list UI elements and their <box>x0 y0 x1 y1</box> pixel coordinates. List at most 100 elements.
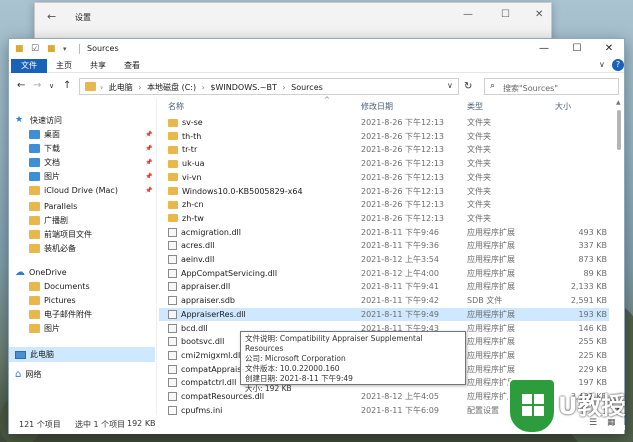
sidebar-item[interactable]: 图片 📌 <box>9 169 152 184</box>
chevron-down-icon[interactable]: ∨ <box>447 81 453 90</box>
file-row[interactable]: AppCompatServicing.dll 2021-8-12 上午4:00 应用… <box>159 267 609 281</box>
breadcrumb-item[interactable]: $WINDOWS.~BT <box>210 83 276 92</box>
back-arrow-icon[interactable]: ← <box>17 80 25 91</box>
file-name-cell: uk-ua <box>168 157 205 171</box>
minimize-button[interactable]: — <box>529 41 559 57</box>
sidebar-item[interactable]: 装机必备 <box>9 241 76 256</box>
file-size: 89 KB <box>583 268 607 278</box>
scroll-thumb[interactable] <box>617 110 621 150</box>
breadcrumb-item[interactable]: 此电脑 <box>109 83 133 92</box>
back-arrow-icon[interactable]: ← <box>47 10 56 23</box>
file-name: Windows10.0-KB5005829-x64 <box>182 186 303 196</box>
sidebar-item[interactable]: iCloud Drive (Mac) 📌 <box>9 183 152 198</box>
file-row[interactable]: Windows10.0-KB5005829-x64 2021-8-26 下午12:… <box>159 185 609 199</box>
sidebar-item[interactable]: Pictures <box>9 293 76 308</box>
file-row[interactable]: uk-ua 2021-8-26 下午12:13 文件夹 <box>159 157 609 171</box>
recent-locations-icon[interactable]: ∨ <box>49 82 54 90</box>
sidebar-item[interactable]: 此电脑 <box>9 347 155 362</box>
file-type: 文件夹 <box>467 172 491 182</box>
tab-file[interactable]: 文件 <box>11 59 47 73</box>
column-date[interactable]: 修改日期 <box>361 101 393 112</box>
cloud-icon: ☁ <box>15 267 25 278</box>
vertical-scrollbar[interactable]: ▲ ▼ <box>614 99 624 415</box>
help-icon[interactable]: ? <box>612 59 624 71</box>
file-name: compatAppraise <box>181 364 247 374</box>
file-row[interactable]: AppraiserRes.dll 2021-8-11 下午9:49 应用程序扩展 19… <box>159 307 609 322</box>
search-input[interactable]: ⌕ 搜索"Sources" <box>484 78 619 95</box>
file-type: 应用程序扩展 <box>467 227 515 237</box>
file-row[interactable]: tr-tr 2021-8-26 下午12:13 文件夹 <box>159 143 609 157</box>
expand-ribbon-icon[interactable]: ∨ <box>599 60 605 69</box>
tab-share[interactable]: 共享 <box>83 59 113 73</box>
scroll-up-icon[interactable]: ▲ <box>616 99 621 106</box>
file-date: 2021-8-26 下午12:13 <box>361 131 444 141</box>
search-icon: ⌕ <box>490 81 496 91</box>
sidebar-item[interactable]: 桌面 📌 <box>9 127 152 142</box>
dll-file-icon <box>168 337 177 347</box>
sidebar-item[interactable]: 下载 📌 <box>9 141 152 156</box>
folder-icon <box>168 145 178 154</box>
dll-file-icon <box>168 282 177 292</box>
file-type: 文件夹 <box>467 131 491 141</box>
maximize-button[interactable]: ☐ <box>501 9 510 20</box>
file-row[interactable]: vi-vn 2021-8-26 下午12:13 文件夹 <box>159 171 609 185</box>
sidebar-item-label: Pictures <box>44 296 76 305</box>
sidebar-item[interactable]: 文档 📌 <box>9 155 152 170</box>
refresh-icon[interactable]: ↻ <box>464 81 472 92</box>
sidebar-item-label: 装机必备 <box>44 244 76 253</box>
column-size[interactable]: 大小 <box>555 101 571 112</box>
close-button[interactable]: ✕ <box>594 41 624 57</box>
file-row[interactable]: th-th 2021-8-26 下午12:13 文件夹 <box>159 130 609 144</box>
breadcrumb-item[interactable]: Sources <box>291 83 323 92</box>
file-name: uk-ua <box>182 159 205 169</box>
file-explorer-window[interactable]: ■ ☑ ■ ▾ Sources — ☐ ✕ 文件 主页 共享 查看 ∨ ? ← … <box>8 38 625 434</box>
address-bar[interactable]: › 此电脑 › 本地磁盘 (C:) › $WINDOWS.~BT › Sourc… <box>79 78 459 95</box>
sidebar-item[interactable]: 图片 <box>9 321 60 336</box>
close-button[interactable]: ✕ <box>535 9 543 20</box>
properties-icon[interactable]: ☑ <box>31 44 39 54</box>
selection-count: 选中 1 个项目 <box>75 420 126 429</box>
file-size: 493 KB <box>578 227 607 237</box>
sidebar-item[interactable]: 广播剧 <box>9 213 68 228</box>
file-row[interactable]: appraiser.dll 2021-8-11 下午9:41 应用程序扩展 2,133… <box>159 280 609 294</box>
tab-home[interactable]: 主页 <box>49 59 79 73</box>
folder-icon <box>168 173 178 182</box>
file-date: 2021-8-26 下午12:13 <box>361 118 444 127</box>
file-row[interactable]: acres.dll 2021-8-11 下午9:36 应用程序扩展 337 KB <box>159 239 609 253</box>
minimize-button[interactable]: — <box>463 9 473 20</box>
desktop-folder-icon <box>29 130 40 139</box>
new-folder-icon[interactable]: ■ <box>47 44 56 54</box>
file-name-cell: vi-vn <box>168 171 201 185</box>
file-type: 文件夹 <box>467 213 491 223</box>
up-arrow-icon[interactable]: ↑ <box>63 80 71 91</box>
file-row[interactable]: aeinv.dll 2021-8-12 上午3:54 应用程序扩展 873 KB <box>159 253 609 267</box>
file-row[interactable]: zh-tw 2021-8-26 下午12:13 文件夹 <box>159 212 609 226</box>
sidebar-item[interactable]: 电子邮件附件 <box>9 307 92 322</box>
sidebar-item[interactable]: ★ 快速访问 <box>9 113 62 128</box>
tab-view[interactable]: 查看 <box>117 59 147 73</box>
maximize-button[interactable]: ☐ <box>562 41 592 57</box>
forward-arrow-icon[interactable]: → <box>33 80 41 91</box>
customize-quick-access-icon[interactable]: ▾ <box>63 45 67 53</box>
file-name: vi-vn <box>182 172 202 182</box>
file-name: cmi2migxml.dll <box>181 350 243 360</box>
navigation-pane: ★ 快速访问 桌面 📌 下载 📌 文档 📌 图片 📌 iCloud Drive (Mac) 📌 Para… <box>9 99 157 415</box>
column-name[interactable]: 名称 <box>168 101 184 112</box>
breadcrumb-item[interactable]: 本地磁盘 (C:) <box>147 83 196 92</box>
file-row[interactable]: sv-se 2021-8-26 下午12:13 文件夹 <box>159 116 609 130</box>
settings-window[interactable]: ← 设置 — ☐ ✕ <box>34 2 552 42</box>
sidebar-item[interactable]: ☁ OneDrive <box>9 265 67 280</box>
documents-folder-icon <box>29 158 40 167</box>
file-row[interactable]: zh-cn 2021-8-26 下午12:13 文件夹 <box>159 198 609 212</box>
sidebar-item[interactable]: Documents <box>9 279 90 294</box>
chevron-right-icon: › <box>201 83 205 92</box>
file-row[interactable]: appraiser.sdb 2021-8-11 下午9:42 SDB 文件 2,591… <box>159 294 609 308</box>
sidebar-item[interactable]: 前端项目文件 <box>9 227 92 242</box>
file-row[interactable]: acmigration.dll 2021-8-11 下午9:46 应用程序扩展 493… <box>159 226 609 240</box>
pin-icon: 📌 <box>145 187 153 194</box>
sidebar-item[interactable]: ⌂ 网络 <box>9 367 41 382</box>
column-type[interactable]: 类型 <box>467 101 483 112</box>
file-name: aeinv.dll <box>181 255 215 264</box>
sidebar-item[interactable]: Parallels <box>9 199 77 214</box>
dll-file-icon <box>168 364 177 374</box>
